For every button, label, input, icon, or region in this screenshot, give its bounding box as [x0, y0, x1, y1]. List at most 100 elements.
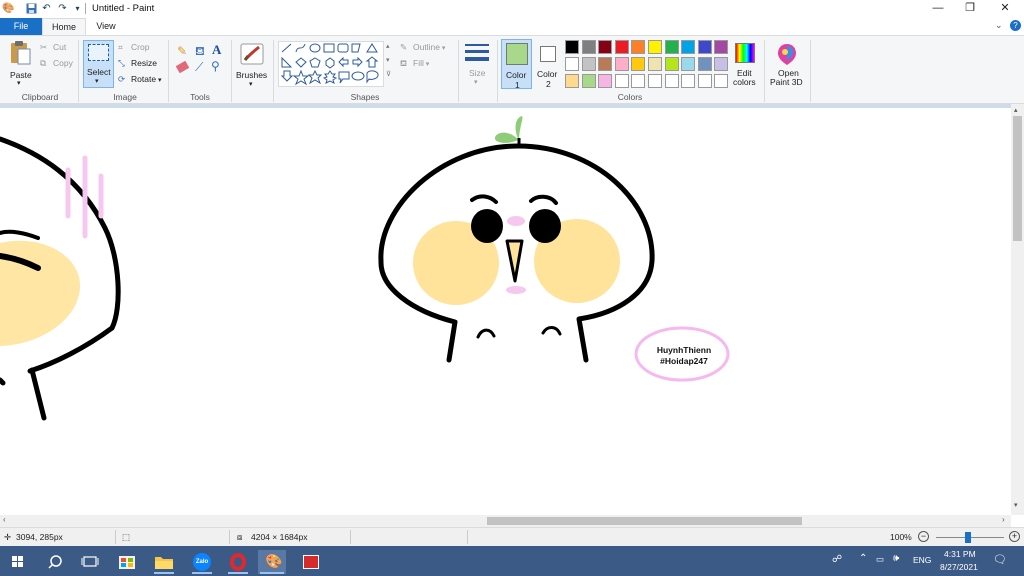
shapes-scroll-up-icon[interactable]: ▴ — [386, 42, 390, 50]
text-tool-icon[interactable]: A — [212, 42, 221, 58]
select-button[interactable]: Select ▾ — [83, 40, 114, 88]
volume-icon[interactable]: 🕪 — [893, 553, 899, 564]
rotate-dropdown-icon[interactable]: ▾ — [156, 77, 162, 84]
store-icon[interactable] — [113, 550, 141, 574]
shapes-gallery[interactable] — [278, 41, 384, 87]
paste-button[interactable]: Paste ▾ — [6, 40, 34, 87]
collapse-ribbon-icon[interactable]: ⌄ — [995, 20, 1003, 31]
close-button[interactable]: ✕ — [988, 0, 1022, 18]
palette-swatch[interactable] — [631, 74, 646, 88]
color2-button[interactable]: Color 2 — [535, 39, 561, 89]
palette-swatch[interactable] — [581, 74, 596, 88]
save-icon[interactable] — [26, 3, 37, 14]
palette-swatch[interactable] — [614, 57, 629, 71]
color1-button[interactable]: Color 1 — [501, 39, 532, 90]
scroll-up-icon[interactable]: ▴ — [1014, 106, 1018, 114]
palette-swatch[interactable] — [581, 40, 596, 54]
palette-swatch[interactable] — [648, 40, 662, 54]
copy-button[interactable]: ⧉ Copy — [40, 58, 73, 69]
file-explorer-icon[interactable] — [150, 550, 178, 574]
bluestacks-icon[interactable] — [297, 550, 325, 574]
palette-swatch[interactable] — [614, 74, 629, 88]
palette-swatch[interactable] — [614, 40, 629, 54]
edit-colors-button[interactable]: Edit colors — [730, 40, 760, 90]
palette-swatch[interactable] — [697, 74, 712, 88]
clock-date[interactable]: 8/27/2021 — [940, 562, 978, 572]
restore-button[interactable]: ❐ — [953, 0, 987, 18]
tab-view[interactable]: View — [86, 18, 126, 35]
zoom-in-button[interactable]: + — [1009, 531, 1020, 542]
palette-swatch[interactable] — [565, 40, 579, 54]
shapes-scroll-down-icon[interactable]: ▾ — [386, 56, 390, 64]
scroll-right-icon[interactable]: › — [1002, 515, 1005, 524]
eraser-icon[interactable] — [175, 60, 190, 74]
palette-swatch[interactable] — [664, 74, 679, 88]
brushes-dropdown-icon[interactable]: ▾ — [249, 80, 253, 88]
select-dropdown-icon[interactable]: ▾ — [95, 77, 99, 85]
palette-swatch[interactable] — [681, 40, 696, 54]
rotate-button[interactable]: ⟳ Rotate ▾ — [118, 74, 162, 85]
palette-swatch[interactable] — [697, 40, 712, 54]
redo-icon[interactable]: ↷ — [57, 3, 68, 14]
vertical-scrollbar[interactable]: ▴ ▾ — [1011, 104, 1024, 515]
paint-app-icon[interactable]: 🎨 — [2, 3, 14, 14]
task-view-icon[interactable] — [76, 550, 104, 574]
show-hidden-icons[interactable]: ⌃ — [859, 553, 867, 564]
zoom-out-button[interactable]: − — [918, 531, 929, 542]
palette-swatch[interactable] — [631, 57, 646, 71]
resize-button[interactable]: ⤡ Resize — [118, 58, 157, 69]
palette-swatch[interactable] — [681, 57, 696, 71]
palette-swatch[interactable] — [565, 57, 579, 71]
customize-quick-access-icon[interactable]: ▾ — [72, 3, 83, 14]
tab-file[interactable]: File — [0, 18, 42, 35]
palette-swatch[interactable] — [664, 40, 679, 54]
start-icon[interactable] — [4, 550, 32, 574]
color-picker-icon[interactable]: ⟋ — [195, 60, 203, 75]
palette-swatch[interactable] — [648, 74, 662, 88]
horizontal-scrollbar[interactable]: ‹ › — [0, 515, 1011, 527]
outline-button[interactable]: ✎ Outline ▾ — [400, 42, 445, 53]
palette-swatch[interactable] — [648, 57, 662, 71]
drawing-canvas[interactable]: HuynhThienn #Hoidap247 — [0, 104, 1011, 515]
palette-swatch[interactable] — [631, 40, 646, 54]
open-paint3d-button[interactable]: Open Paint 3D — [768, 40, 806, 90]
fill-button[interactable]: ⛾ Fill ▾ — [400, 58, 429, 69]
pencil-icon[interactable]: ✎ — [177, 44, 187, 58]
fill-bucket-icon[interactable]: ⛾ — [195, 44, 205, 60]
zalo-icon[interactable]: Zalo — [188, 550, 216, 574]
size-button[interactable]: Size ▾ — [463, 40, 491, 88]
palette-swatch[interactable] — [664, 57, 679, 71]
brushes-button[interactable]: Brushes ▾ — [235, 40, 269, 88]
minimize-button[interactable]: — — [921, 0, 955, 18]
palette-swatch[interactable] — [714, 74, 729, 88]
search-icon[interactable] — [41, 550, 69, 574]
scroll-left-icon[interactable]: ‹ — [3, 515, 6, 524]
palette-swatch[interactable] — [565, 74, 579, 88]
battery-icon[interactable]: ▭ — [876, 554, 884, 565]
tab-home[interactable]: Home — [42, 18, 86, 35]
palette-swatch[interactable] — [598, 57, 613, 71]
palette-swatch[interactable] — [714, 40, 729, 54]
help-icon[interactable]: ? — [1010, 20, 1021, 31]
zoom-slider-thumb[interactable] — [965, 532, 971, 543]
scroll-down-icon[interactable]: ▾ — [1014, 501, 1018, 509]
clock-time[interactable]: 4:31 PM — [944, 549, 976, 559]
palette-swatch[interactable] — [598, 40, 613, 54]
notifications-icon[interactable]: 🗨 — [993, 553, 1007, 566]
palette-swatch[interactable] — [697, 57, 712, 71]
vertical-scroll-thumb[interactable] — [1013, 116, 1022, 241]
palette-swatch[interactable] — [581, 57, 596, 71]
magnifier-icon[interactable]: ⚲ — [211, 59, 220, 73]
language-indicator[interactable]: ENG — [913, 555, 931, 565]
paint-icon[interactable]: 🎨 — [258, 550, 286, 574]
palette-swatch[interactable] — [598, 74, 613, 88]
palette-swatch[interactable] — [681, 74, 696, 88]
cut-button[interactable]: ✂ Cut — [40, 42, 66, 53]
horizontal-scroll-thumb[interactable] — [487, 517, 802, 525]
people-icon[interactable]: ☍ — [832, 554, 842, 565]
palette-swatch[interactable] — [714, 57, 729, 71]
crop-button[interactable]: ⌗ Crop — [118, 42, 149, 53]
undo-icon[interactable]: ↶ — [41, 3, 52, 14]
shapes-expand-icon[interactable]: ⊽ — [386, 70, 391, 78]
paste-dropdown-icon[interactable]: ▾ — [17, 79, 21, 87]
